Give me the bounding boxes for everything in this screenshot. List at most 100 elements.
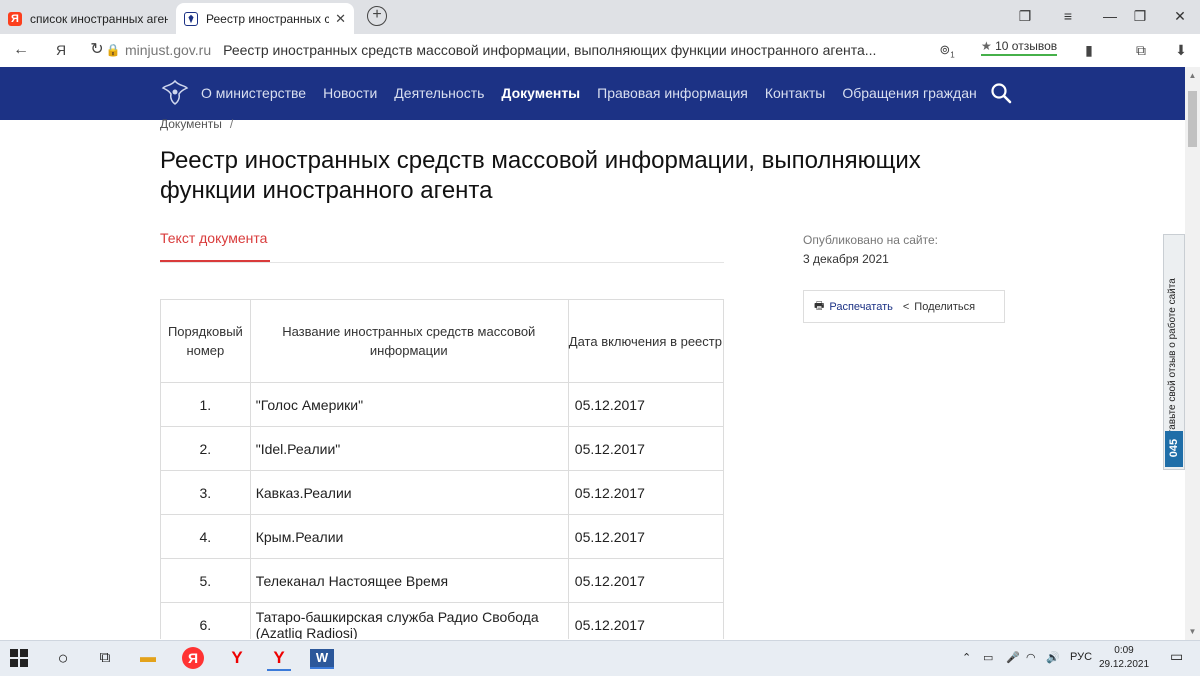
feedback-badge: 045 xyxy=(1165,431,1183,467)
cell-number: 3. xyxy=(160,470,251,515)
restore-icon[interactable]: ❐ xyxy=(1120,0,1160,34)
url-page-title: Реестр иностранных средств массовой инфо… xyxy=(223,42,877,58)
protect-icon[interactable]: ⊚1 xyxy=(936,40,958,60)
browser-tab-2[interactable]: Реестр иностранных средств массовой инфо… xyxy=(176,3,354,34)
printer-icon: 🖶 xyxy=(814,300,825,312)
tab-label: список иностранных агентов xyxy=(30,11,168,26)
col-header-date: Дата включения в реестр xyxy=(567,299,724,383)
main-menu: О министерстве Новости Деятельность Доку… xyxy=(201,85,994,101)
yandex-browser-active-icon[interactable]: Y xyxy=(267,647,291,671)
yandex-icon[interactable]: Y xyxy=(225,647,249,669)
windows-start-icon[interactable] xyxy=(10,649,28,667)
protect-badge: 1 xyxy=(950,50,955,60)
reader-icon[interactable]: ⧉ xyxy=(1130,40,1152,60)
published-date: 3 декабря 2021 xyxy=(803,252,889,266)
cell-name: Крым.Реалии xyxy=(249,514,569,559)
table-row: 5. Телеканал Настоящее Время 05.12.2017 xyxy=(160,558,724,603)
feedback-widget[interactable]: Оставьте свой отзыв о работе сайта 045 xyxy=(1163,234,1185,470)
menu-item-activity[interactable]: Деятельность xyxy=(394,85,484,101)
bookmarks-panel-icon[interactable]: ❐ xyxy=(1005,0,1045,34)
reviews-label: 10 отзывов xyxy=(995,39,1058,53)
cell-name: Кавказ.Реалии xyxy=(249,470,569,515)
cell-number: 2. xyxy=(160,426,251,471)
table-header-row: Порядковый номер Название иностранных ср… xyxy=(160,299,724,383)
back-icon[interactable]: ← xyxy=(10,40,32,60)
menu-item-documents[interactable]: Документы xyxy=(501,85,580,101)
clock[interactable]: 0:09 29.12.2021 xyxy=(1098,644,1150,672)
published-caption: Опубликовано на сайте: xyxy=(803,233,938,247)
battery-icon[interactable]: ▭ xyxy=(983,651,993,664)
scroll-down-icon[interactable]: ▼ xyxy=(1185,627,1200,636)
close-window-icon[interactable]: ✕ xyxy=(1160,0,1200,34)
cell-date: 05.12.2017 xyxy=(567,382,724,427)
clock-date: 29.12.2021 xyxy=(1098,659,1150,670)
table-row: 6. Татаро-башкирская служба Радио Свобод… xyxy=(160,602,724,639)
cell-number: 4. xyxy=(160,514,251,559)
yandex-favicon-icon: Я xyxy=(8,11,22,26)
bookmark-icon[interactable]: ▮ xyxy=(1078,40,1100,60)
cell-date: 05.12.2017 xyxy=(567,558,724,603)
microphone-icon[interactable]: 🎤 xyxy=(1006,651,1020,664)
language-indicator[interactable]: РУС xyxy=(1070,651,1092,663)
print-button[interactable]: Распечатать xyxy=(829,301,892,313)
feedback-text: Оставьте свой отзыв о работе сайта xyxy=(1167,278,1178,447)
col-header-number: Порядковый номер xyxy=(160,299,251,383)
cell-number: 5. xyxy=(160,558,251,603)
wifi-icon[interactable]: ◠ xyxy=(1026,651,1036,664)
cell-date: 05.12.2017 xyxy=(567,602,724,639)
cell-number: 6. xyxy=(160,602,251,639)
page-title: Реестр иностранных средств массовой инфо… xyxy=(160,147,921,204)
browser-tab-1[interactable]: Я список иностранных агентов xyxy=(0,3,176,34)
notifications-icon[interactable]: ▭ xyxy=(1170,648,1183,665)
table-row: 1. "Голос Америки" 05.12.2017 xyxy=(160,382,724,427)
browser-tab-bar: Я список иностранных агентов Реестр инос… xyxy=(0,0,1200,34)
yandex-browser-icon[interactable]: Я xyxy=(182,647,204,669)
breadcrumb: Документы / xyxy=(160,117,233,131)
menu-item-about[interactable]: О министерстве xyxy=(201,85,306,101)
tab-label: Реестр иностранных средств массовой инфо… xyxy=(206,11,330,26)
new-tab-icon[interactable]: + xyxy=(367,6,387,26)
address-bar: ← Я ↻ 🔒 minjust.gov.ru Реестр иностранных… xyxy=(0,34,1200,68)
menu-icon[interactable]: ≡ xyxy=(1048,0,1088,34)
menu-item-appeals[interactable]: Обращения граждан xyxy=(842,85,976,101)
search-icon[interactable]: ○ xyxy=(51,647,75,669)
menu-item-news[interactable]: Новости xyxy=(323,85,377,101)
task-view-icon[interactable]: ⧉ xyxy=(93,647,117,669)
close-tab-icon[interactable]: ✕ xyxy=(335,11,346,27)
downloads-icon[interactable]: ⬇ xyxy=(1170,40,1192,60)
menu-item-contacts[interactable]: Контакты xyxy=(765,85,825,101)
ministry-emblem-icon[interactable] xyxy=(160,77,190,107)
word-icon[interactable]: W xyxy=(310,649,334,669)
table-row: 3. Кавказ.Реалии 05.12.2017 xyxy=(160,470,724,515)
ministry-favicon-icon xyxy=(184,11,198,26)
document-actions: 🖶 Распечатать < Поделиться xyxy=(803,290,1005,323)
registry-table: Порядковый номер Название иностранных ср… xyxy=(160,299,724,639)
cell-name: Татаро-башкирская служба Радио Свобода (… xyxy=(249,602,569,639)
chevron-up-icon[interactable]: ⌃ xyxy=(962,651,971,664)
share-button[interactable]: Поделиться xyxy=(914,301,975,313)
reviews-button[interactable]: ★ 10 отзывов xyxy=(981,39,1058,56)
registry-table-container[interactable]: Порядковый номер Название иностранных ср… xyxy=(160,299,724,639)
scroll-thumb[interactable] xyxy=(1188,91,1197,147)
yandex-icon[interactable]: Я xyxy=(50,40,72,60)
scroll-up-icon[interactable]: ▲ xyxy=(1185,71,1200,80)
tab-document-text[interactable]: Текст документа xyxy=(160,230,267,246)
search-icon[interactable] xyxy=(990,82,1012,104)
volume-icon[interactable]: 🔊 xyxy=(1046,651,1060,664)
url-domain: minjust.gov.ru xyxy=(125,42,212,58)
star-icon: ★ xyxy=(981,39,992,53)
cell-name: Телеканал Настоящее Время xyxy=(249,558,569,603)
clock-time: 0:09 xyxy=(1114,645,1134,656)
cell-name: "Idel.Реалии" xyxy=(249,426,569,471)
breadcrumb-documents[interactable]: Документы xyxy=(160,117,222,131)
menu-item-legal[interactable]: Правовая информация xyxy=(597,85,748,101)
windows-taskbar: ○ ⧉ ▬ Я Y Y W ⌃ ▭ 🎤 ◠ 🔊 РУС 0:09 29.12.2… xyxy=(0,640,1200,676)
feedback-number: 045 xyxy=(1168,438,1180,458)
site-header: О министерстве Новости Деятельность Доку… xyxy=(0,67,1185,120)
page-scrollbar[interactable]: ▲ ▼ xyxy=(1185,67,1200,640)
table-row: 2. "Idel.Реалии" 05.12.2017 xyxy=(160,426,724,471)
cell-date: 05.12.2017 xyxy=(567,426,724,471)
file-explorer-icon[interactable]: ▬ xyxy=(136,647,160,669)
cell-date: 05.12.2017 xyxy=(567,470,724,515)
url-field[interactable]: minjust.gov.ru Реестр иностранных средств… xyxy=(125,42,876,58)
